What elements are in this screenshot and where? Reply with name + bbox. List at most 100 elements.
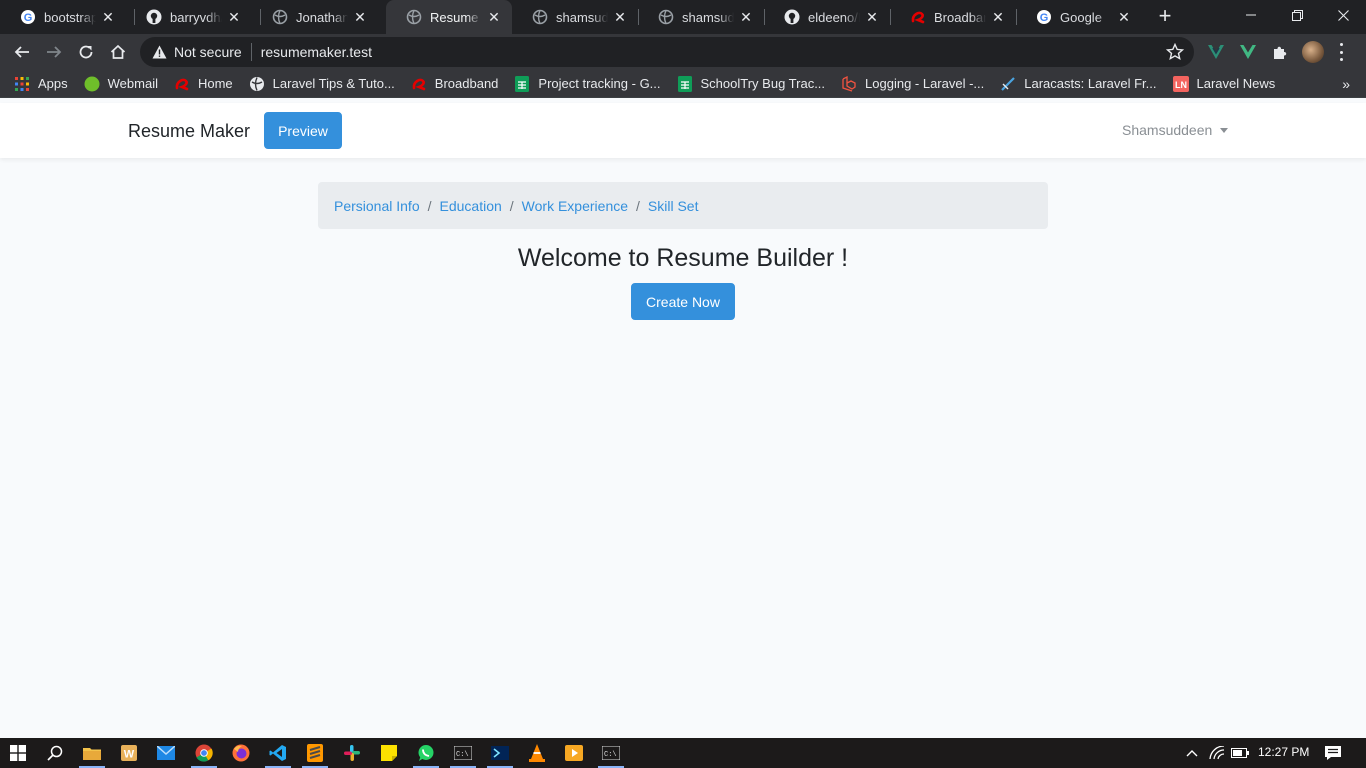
breadcrumb-item-education[interactable]: Education [440, 198, 502, 214]
warning-icon[interactable] [152, 44, 168, 60]
breadcrumb-item-skill-set[interactable]: Skill Set [648, 198, 699, 214]
tab-title: eldeeno/Re [808, 9, 860, 25]
bookmark-star-icon[interactable] [1165, 42, 1185, 61]
browser-tab[interactable]: G Google ✕ [1016, 0, 1142, 34]
chrome-icon[interactable] [194, 743, 214, 763]
extension-vue-icon[interactable] [1238, 42, 1258, 62]
preview-button[interactable]: Preview [264, 112, 342, 149]
close-icon[interactable]: ✕ [1116, 9, 1132, 25]
vscode-icon[interactable] [268, 743, 288, 763]
breadcrumb-item-personal-info[interactable]: Persional Info [334, 198, 420, 214]
browser-tab[interactable]: Broadband ✕ [890, 0, 1016, 34]
home-icon [110, 44, 126, 59]
browser-tab[interactable]: Jonathan D ✕ [252, 0, 378, 34]
arrow-right-icon [47, 46, 62, 58]
bookmark-item[interactable]: Webmail [84, 76, 158, 92]
bookmark-item[interactable]: LN Laravel News [1172, 75, 1275, 92]
brand-link[interactable]: Resume Maker [128, 121, 250, 142]
bookmarks-bar: Apps Webmail Home Laravel Tips & Tuto...… [0, 70, 1366, 98]
bookmark-item[interactable]: SchoolTry Bug Trac... [677, 75, 825, 92]
bookmark-item[interactable]: Broadband [411, 76, 499, 92]
create-now-button[interactable]: Create Now [631, 283, 735, 320]
close-window-button[interactable] [1320, 0, 1366, 30]
close-icon[interactable]: ✕ [352, 9, 368, 25]
browser-tab[interactable]: eldeeno/Re ✕ [764, 0, 890, 34]
reload-button[interactable] [72, 38, 100, 66]
laravel-news-icon: LN [1172, 75, 1189, 92]
browser-tab[interactable]: G bootstrap n ✕ [0, 0, 126, 34]
search-icon[interactable] [45, 743, 65, 763]
extensions-puzzle-icon[interactable] [1270, 42, 1290, 62]
word-icon[interactable]: W [119, 743, 139, 763]
browser-tab[interactable]: barryvdh/la ✕ [126, 0, 252, 34]
github-icon [146, 9, 162, 25]
tab-title: Resume Ma [430, 9, 482, 25]
firefox-icon[interactable] [231, 743, 251, 763]
arrow-left-icon [14, 46, 29, 58]
terminal-icon[interactable]: C:\ [601, 743, 621, 763]
chevron-up-icon[interactable] [1182, 743, 1202, 763]
chrome-menu-icon[interactable] [1338, 43, 1344, 61]
bookmark-label: Logging - Laravel -... [865, 76, 985, 91]
browser-tab[interactable]: shamsudde ✕ [638, 0, 764, 34]
close-icon[interactable]: ✕ [612, 9, 628, 25]
back-button[interactable] [8, 38, 36, 66]
forward-button[interactable] [40, 38, 68, 66]
tab-title: barryvdh/la [170, 9, 222, 25]
bookmark-item[interactable]: Logging - Laravel -... [841, 75, 985, 92]
bookmark-item[interactable]: Laravel Tips & Tuto... [249, 76, 395, 92]
breadcrumb-separator: / [427, 197, 432, 214]
wifi-icon[interactable] [1207, 743, 1227, 763]
bookmark-item[interactable]: Apps [14, 76, 68, 92]
browser-tab[interactable]: shamsudde ✕ [512, 0, 638, 34]
extension-vue-devtools-dark-icon[interactable] [1206, 42, 1226, 62]
tab-title: shamsudde [556, 9, 608, 25]
restore-button[interactable] [1274, 0, 1320, 30]
powershell-icon[interactable] [490, 743, 510, 763]
clock[interactable]: 12:27 PM [1258, 745, 1309, 759]
bookmark-item[interactable]: Project tracking - G... [514, 75, 661, 92]
close-icon[interactable]: ✕ [990, 9, 1006, 25]
breadcrumb-item-work-experience[interactable]: Work Experience [522, 198, 628, 214]
vlc-icon[interactable] [527, 743, 547, 763]
bookmark-item[interactable]: Laracasts: Laravel Fr... [1000, 76, 1157, 92]
airtel-icon [411, 76, 427, 92]
profile-avatar[interactable] [1302, 41, 1324, 63]
globe-icon [658, 9, 674, 25]
close-icon[interactable]: ✕ [864, 9, 880, 25]
whatsapp-icon[interactable] [416, 743, 436, 763]
sticky-notes-icon[interactable] [379, 743, 399, 763]
terminal-icon[interactable]: C:\ [453, 743, 473, 763]
reload-icon [79, 45, 93, 59]
browser-tab-active[interactable]: Resume Ma ✕ [386, 0, 512, 34]
home-button[interactable] [104, 38, 132, 66]
close-icon [1337, 9, 1349, 21]
battery-icon[interactable] [1230, 743, 1250, 763]
bookmark-label: Laracasts: Laravel Fr... [1024, 76, 1157, 91]
tab-title: Jonathan D [296, 9, 348, 25]
laravel-icon [841, 75, 857, 92]
windows-start-icon[interactable] [8, 743, 28, 763]
url-text[interactable]: resumemaker.test [261, 44, 372, 60]
slack-icon[interactable] [342, 743, 362, 763]
user-dropdown[interactable]: Shamsuddeen [1122, 122, 1229, 138]
caret-down-icon [1220, 127, 1229, 133]
sublime-text-icon[interactable] [305, 743, 325, 763]
minimize-button[interactable] [1228, 0, 1274, 30]
close-icon[interactable]: ✕ [486, 9, 502, 25]
security-status[interactable]: Not secure [174, 44, 242, 60]
browser-tab-strip: G bootstrap n ✕ barryvdh/la ✕ Jonathan D… [0, 0, 1366, 34]
new-tab-button[interactable]: + [1153, 5, 1177, 29]
close-icon[interactable]: ✕ [226, 9, 242, 25]
close-icon[interactable]: ✕ [738, 9, 754, 25]
chevron-double-right-icon[interactable]: » [1342, 76, 1350, 92]
notification-icon[interactable] [1323, 743, 1343, 763]
bookmark-label: Broadband [434, 76, 499, 91]
bookmark-item[interactable]: Home [174, 76, 233, 92]
file-explorer-icon[interactable] [82, 743, 102, 763]
mail-icon[interactable] [156, 743, 176, 763]
close-icon[interactable]: ✕ [100, 9, 116, 25]
page-title: Welcome to Resume Builder ! [517, 244, 849, 272]
address-bar[interactable]: Not secure resumemaker.test [140, 37, 1194, 67]
media-player-icon[interactable] [564, 743, 584, 763]
